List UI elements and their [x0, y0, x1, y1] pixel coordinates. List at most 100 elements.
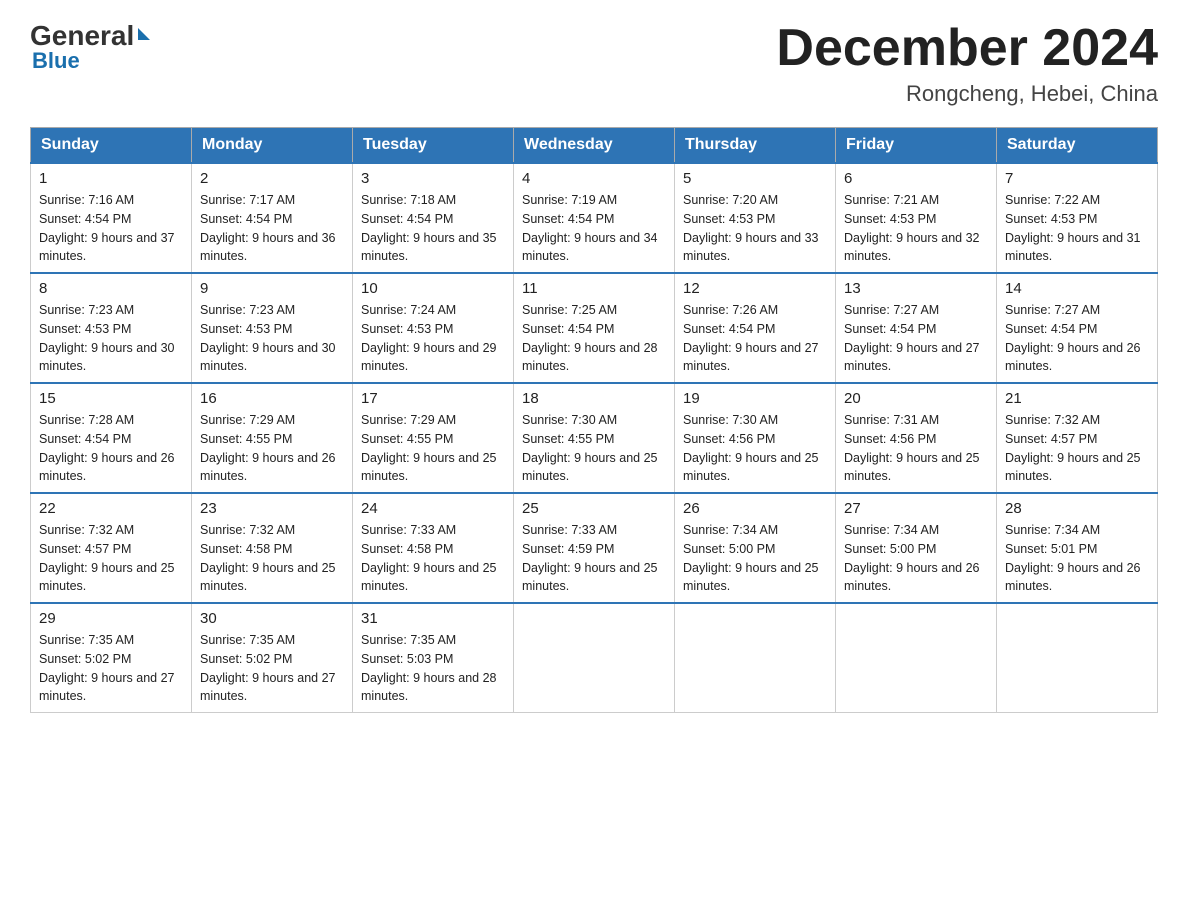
- day-info: Sunrise: 7:16 AM Sunset: 4:54 PM Dayligh…: [39, 191, 183, 266]
- calendar-cell: 28 Sunrise: 7:34 AM Sunset: 5:01 PM Dayl…: [997, 493, 1158, 603]
- day-info: Sunrise: 7:34 AM Sunset: 5:00 PM Dayligh…: [844, 521, 988, 596]
- title-block: December 2024 Rongcheng, Hebei, China: [776, 20, 1158, 107]
- calendar-header-sunday: Sunday: [31, 128, 192, 164]
- calendar-cell: 22 Sunrise: 7:32 AM Sunset: 4:57 PM Dayl…: [31, 493, 192, 603]
- day-number: 7: [1005, 170, 1149, 187]
- day-info: Sunrise: 7:31 AM Sunset: 4:56 PM Dayligh…: [844, 411, 988, 486]
- calendar-cell: 30 Sunrise: 7:35 AM Sunset: 5:02 PM Dayl…: [192, 603, 353, 713]
- calendar-cell: [675, 603, 836, 713]
- day-number: 10: [361, 280, 505, 297]
- calendar-header-tuesday: Tuesday: [353, 128, 514, 164]
- calendar-cell: 15 Sunrise: 7:28 AM Sunset: 4:54 PM Dayl…: [31, 383, 192, 493]
- day-number: 12: [683, 280, 827, 297]
- day-info: Sunrise: 7:33 AM Sunset: 4:59 PM Dayligh…: [522, 521, 666, 596]
- day-number: 3: [361, 170, 505, 187]
- day-number: 28: [1005, 500, 1149, 517]
- calendar-week-row: 1 Sunrise: 7:16 AM Sunset: 4:54 PM Dayli…: [31, 163, 1158, 273]
- day-info: Sunrise: 7:27 AM Sunset: 4:54 PM Dayligh…: [844, 301, 988, 376]
- day-info: Sunrise: 7:26 AM Sunset: 4:54 PM Dayligh…: [683, 301, 827, 376]
- day-info: Sunrise: 7:28 AM Sunset: 4:54 PM Dayligh…: [39, 411, 183, 486]
- day-number: 24: [361, 500, 505, 517]
- day-info: Sunrise: 7:29 AM Sunset: 4:55 PM Dayligh…: [200, 411, 344, 486]
- day-number: 30: [200, 610, 344, 627]
- day-number: 23: [200, 500, 344, 517]
- day-number: 5: [683, 170, 827, 187]
- calendar-cell: 21 Sunrise: 7:32 AM Sunset: 4:57 PM Dayl…: [997, 383, 1158, 493]
- day-info: Sunrise: 7:34 AM Sunset: 5:01 PM Dayligh…: [1005, 521, 1149, 596]
- calendar-week-row: 8 Sunrise: 7:23 AM Sunset: 4:53 PM Dayli…: [31, 273, 1158, 383]
- day-number: 20: [844, 390, 988, 407]
- day-info: Sunrise: 7:29 AM Sunset: 4:55 PM Dayligh…: [361, 411, 505, 486]
- day-number: 16: [200, 390, 344, 407]
- day-number: 22: [39, 500, 183, 517]
- calendar-cell: 29 Sunrise: 7:35 AM Sunset: 5:02 PM Dayl…: [31, 603, 192, 713]
- calendar-cell: 5 Sunrise: 7:20 AM Sunset: 4:53 PM Dayli…: [675, 163, 836, 273]
- day-info: Sunrise: 7:35 AM Sunset: 5:03 PM Dayligh…: [361, 631, 505, 706]
- calendar-cell: 10 Sunrise: 7:24 AM Sunset: 4:53 PM Dayl…: [353, 273, 514, 383]
- day-info: Sunrise: 7:30 AM Sunset: 4:55 PM Dayligh…: [522, 411, 666, 486]
- calendar-week-row: 22 Sunrise: 7:32 AM Sunset: 4:57 PM Dayl…: [31, 493, 1158, 603]
- calendar-cell: 13 Sunrise: 7:27 AM Sunset: 4:54 PM Dayl…: [836, 273, 997, 383]
- day-info: Sunrise: 7:19 AM Sunset: 4:54 PM Dayligh…: [522, 191, 666, 266]
- location-title: Rongcheng, Hebei, China: [776, 81, 1158, 107]
- calendar-cell: 8 Sunrise: 7:23 AM Sunset: 4:53 PM Dayli…: [31, 273, 192, 383]
- calendar-header-saturday: Saturday: [997, 128, 1158, 164]
- day-number: 31: [361, 610, 505, 627]
- day-number: 27: [844, 500, 988, 517]
- month-title: December 2024: [776, 20, 1158, 77]
- day-info: Sunrise: 7:27 AM Sunset: 4:54 PM Dayligh…: [1005, 301, 1149, 376]
- day-info: Sunrise: 7:32 AM Sunset: 4:57 PM Dayligh…: [39, 521, 183, 596]
- logo: General Blue: [30, 20, 150, 74]
- calendar-cell: 6 Sunrise: 7:21 AM Sunset: 4:53 PM Dayli…: [836, 163, 997, 273]
- calendar-cell: 27 Sunrise: 7:34 AM Sunset: 5:00 PM Dayl…: [836, 493, 997, 603]
- page-header: General Blue December 2024 Rongcheng, He…: [30, 20, 1158, 107]
- day-number: 9: [200, 280, 344, 297]
- calendar-header-row: SundayMondayTuesdayWednesdayThursdayFrid…: [31, 128, 1158, 164]
- calendar-cell: 2 Sunrise: 7:17 AM Sunset: 4:54 PM Dayli…: [192, 163, 353, 273]
- day-number: 15: [39, 390, 183, 407]
- day-number: 19: [683, 390, 827, 407]
- day-info: Sunrise: 7:21 AM Sunset: 4:53 PM Dayligh…: [844, 191, 988, 266]
- calendar-cell: 17 Sunrise: 7:29 AM Sunset: 4:55 PM Dayl…: [353, 383, 514, 493]
- day-number: 11: [522, 280, 666, 297]
- calendar-header-monday: Monday: [192, 128, 353, 164]
- calendar-week-row: 29 Sunrise: 7:35 AM Sunset: 5:02 PM Dayl…: [31, 603, 1158, 713]
- calendar-cell: 14 Sunrise: 7:27 AM Sunset: 4:54 PM Dayl…: [997, 273, 1158, 383]
- day-number: 21: [1005, 390, 1149, 407]
- calendar-header-friday: Friday: [836, 128, 997, 164]
- calendar-cell: 31 Sunrise: 7:35 AM Sunset: 5:03 PM Dayl…: [353, 603, 514, 713]
- calendar-cell: 23 Sunrise: 7:32 AM Sunset: 4:58 PM Dayl…: [192, 493, 353, 603]
- logo-triangle-icon: [138, 28, 150, 40]
- calendar-cell: 4 Sunrise: 7:19 AM Sunset: 4:54 PM Dayli…: [514, 163, 675, 273]
- calendar-cell: 3 Sunrise: 7:18 AM Sunset: 4:54 PM Dayli…: [353, 163, 514, 273]
- day-number: 13: [844, 280, 988, 297]
- day-number: 4: [522, 170, 666, 187]
- calendar-cell: 20 Sunrise: 7:31 AM Sunset: 4:56 PM Dayl…: [836, 383, 997, 493]
- day-info: Sunrise: 7:18 AM Sunset: 4:54 PM Dayligh…: [361, 191, 505, 266]
- day-number: 2: [200, 170, 344, 187]
- day-number: 17: [361, 390, 505, 407]
- day-number: 6: [844, 170, 988, 187]
- day-info: Sunrise: 7:33 AM Sunset: 4:58 PM Dayligh…: [361, 521, 505, 596]
- day-number: 1: [39, 170, 183, 187]
- calendar-header-wednesday: Wednesday: [514, 128, 675, 164]
- calendar-header-thursday: Thursday: [675, 128, 836, 164]
- calendar-cell: [514, 603, 675, 713]
- calendar-cell: 1 Sunrise: 7:16 AM Sunset: 4:54 PM Dayli…: [31, 163, 192, 273]
- day-number: 25: [522, 500, 666, 517]
- day-info: Sunrise: 7:32 AM Sunset: 4:57 PM Dayligh…: [1005, 411, 1149, 486]
- calendar-cell: 9 Sunrise: 7:23 AM Sunset: 4:53 PM Dayli…: [192, 273, 353, 383]
- day-number: 18: [522, 390, 666, 407]
- day-info: Sunrise: 7:22 AM Sunset: 4:53 PM Dayligh…: [1005, 191, 1149, 266]
- calendar-cell: 12 Sunrise: 7:26 AM Sunset: 4:54 PM Dayl…: [675, 273, 836, 383]
- day-info: Sunrise: 7:17 AM Sunset: 4:54 PM Dayligh…: [200, 191, 344, 266]
- calendar-cell: 16 Sunrise: 7:29 AM Sunset: 4:55 PM Dayl…: [192, 383, 353, 493]
- calendar-cell: [836, 603, 997, 713]
- calendar-cell: 19 Sunrise: 7:30 AM Sunset: 4:56 PM Dayl…: [675, 383, 836, 493]
- day-info: Sunrise: 7:25 AM Sunset: 4:54 PM Dayligh…: [522, 301, 666, 376]
- day-info: Sunrise: 7:35 AM Sunset: 5:02 PM Dayligh…: [39, 631, 183, 706]
- day-info: Sunrise: 7:24 AM Sunset: 4:53 PM Dayligh…: [361, 301, 505, 376]
- day-info: Sunrise: 7:32 AM Sunset: 4:58 PM Dayligh…: [200, 521, 344, 596]
- calendar-cell: 18 Sunrise: 7:30 AM Sunset: 4:55 PM Dayl…: [514, 383, 675, 493]
- logo-blue-text: Blue: [32, 48, 80, 74]
